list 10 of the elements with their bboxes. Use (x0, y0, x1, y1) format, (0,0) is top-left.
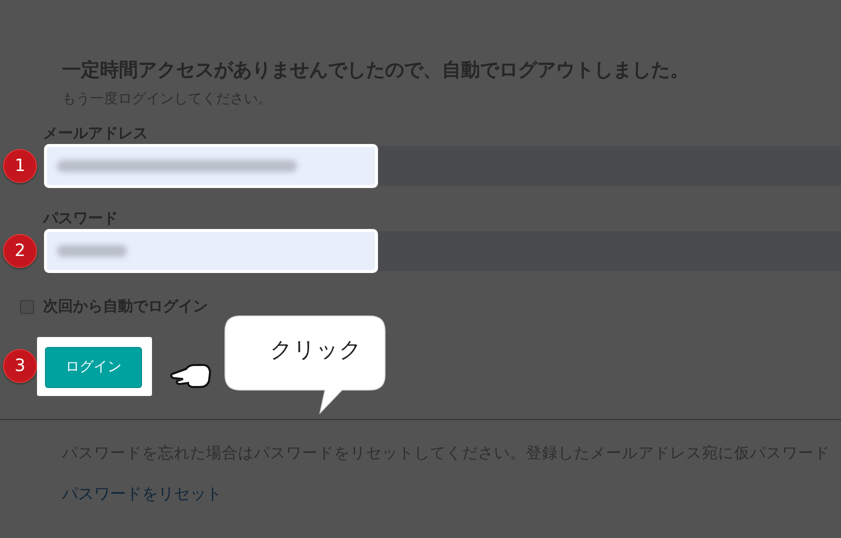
login-button[interactable]: ログイン (45, 346, 142, 388)
password-field[interactable] (44, 229, 378, 273)
callout-text: クリック (270, 337, 362, 365)
email-field[interactable] (44, 144, 378, 188)
step-badge: 1 (3, 149, 37, 183)
reset-password-link[interactable]: パスワードをリセット (62, 484, 222, 505)
remember-checkbox[interactable] (20, 300, 34, 314)
step-badge: 3 (3, 349, 37, 383)
step-badge: 2 (3, 234, 37, 268)
blurred-value (57, 245, 127, 257)
